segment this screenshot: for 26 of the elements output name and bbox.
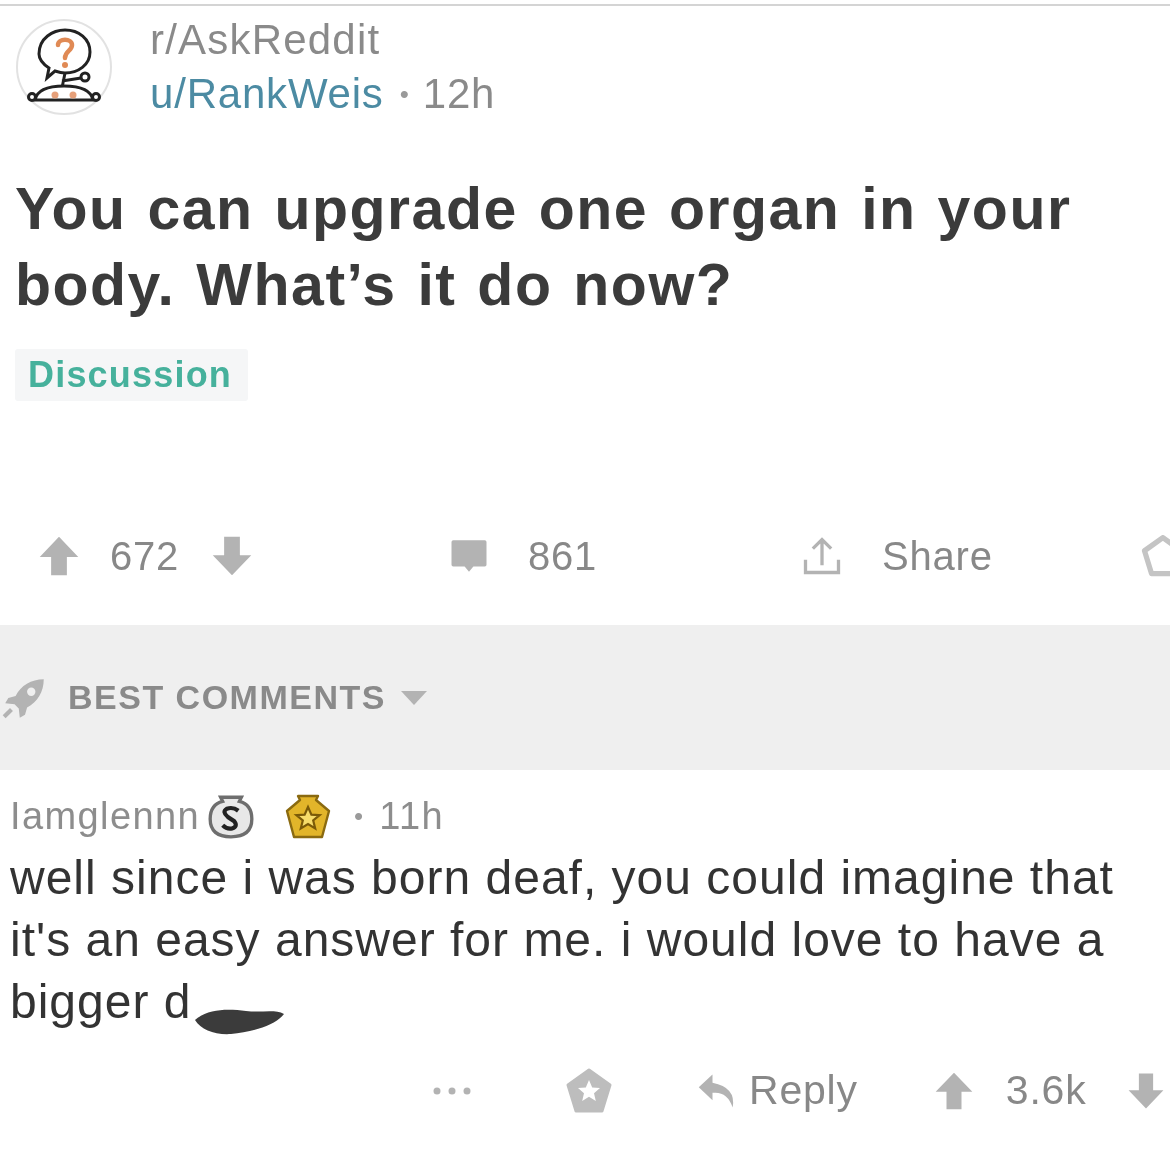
score-count: 3.6k (1005, 1066, 1087, 1116)
flair-tag[interactable]: Discussion (15, 349, 249, 401)
separator-dot: • (354, 800, 364, 833)
comment-author[interactable]: Iamglennn (10, 788, 201, 845)
downvote-icon[interactable] (211, 535, 254, 577)
award-icon[interactable] (1140, 535, 1170, 577)
more-icon[interactable] (432, 1086, 472, 1096)
downvote-icon[interactable] (1126, 1071, 1165, 1111)
comment-body: well since i was born deaf, you could imagine that it's an easy answer for me. i would love to have a bigger d (10, 851, 1114, 1028)
separator-dot: • (399, 77, 409, 111)
subreddit-link[interactable]: r/AskReddit (150, 13, 381, 67)
share-button[interactable]: Share (800, 526, 993, 586)
author-link[interactable]: u/RankWeis (150, 67, 384, 121)
post-title: You can upgrade one organ in your body. What’s it do now? (15, 175, 1073, 320)
reply-button[interactable]: Reply (695, 1060, 858, 1122)
question-bubble-icon (15, 18, 113, 116)
score-count: 672 (110, 533, 180, 580)
sort-dropdown[interactable]: BEST COMMENTS (68, 672, 428, 723)
post-age: 12h (422, 69, 496, 119)
star-badge-icon (284, 792, 333, 841)
comment-age: 11h (379, 794, 444, 839)
upvote-icon[interactable] (38, 535, 80, 577)
caret-icon (399, 689, 428, 706)
upvote-icon[interactable] (933, 1071, 974, 1111)
comment-count: 861 (528, 533, 598, 580)
award-icon[interactable] (565, 1067, 613, 1115)
